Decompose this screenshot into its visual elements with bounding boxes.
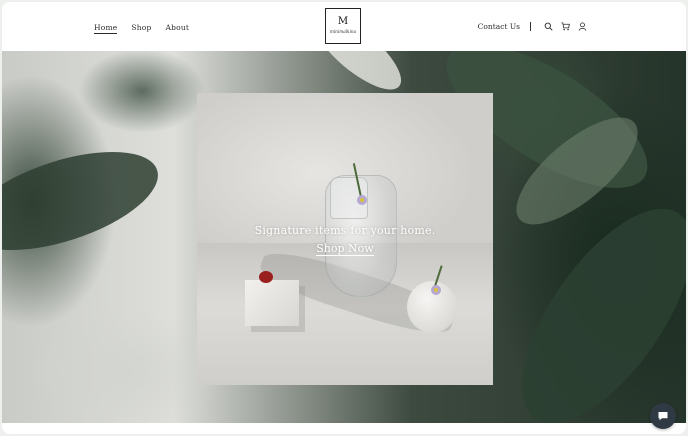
logo-letter: M xyxy=(337,16,349,27)
flower-center xyxy=(360,198,364,202)
user-icon[interactable] xyxy=(577,21,588,32)
cart-icon[interactable] xyxy=(560,21,571,32)
primary-nav: Home Shop About xyxy=(94,23,189,34)
site-frame: Home Shop About M minimalkina Contact Us xyxy=(2,2,686,434)
hero-text-block: Signature items for your home. Shop Now xyxy=(197,224,493,256)
brand-logo[interactable]: M minimalkina xyxy=(325,8,361,44)
nav-divider xyxy=(530,21,531,31)
background-leaf xyxy=(2,132,170,270)
shop-now-link[interactable]: Shop Now xyxy=(316,243,374,256)
daisy-flower xyxy=(431,285,441,295)
hero-tagline: Signature items for your home. xyxy=(254,224,436,237)
hero-banner: Signature items for your home. Shop Now xyxy=(2,51,686,423)
hero-feature-image: Signature items for your home. Shop Now xyxy=(197,93,493,385)
nav-link-shop[interactable]: Shop xyxy=(131,23,151,34)
utility-nav: Contact Us xyxy=(478,20,588,32)
chat-button[interactable] xyxy=(650,403,676,429)
nav-link-about[interactable]: About xyxy=(166,23,190,34)
flower-center xyxy=(434,288,438,292)
nav-link-home[interactable]: Home xyxy=(94,23,118,34)
site-header: Home Shop About M minimalkina Contact Us xyxy=(2,2,686,51)
red-berry xyxy=(259,271,273,283)
search-icon[interactable] xyxy=(543,21,554,32)
chat-icon xyxy=(658,412,668,421)
nav-link-contact[interactable]: Contact Us xyxy=(478,22,520,31)
white-cube-vase xyxy=(245,280,299,326)
daisy-flower xyxy=(357,195,367,205)
logo-wordmark: minimalkina xyxy=(329,29,357,34)
